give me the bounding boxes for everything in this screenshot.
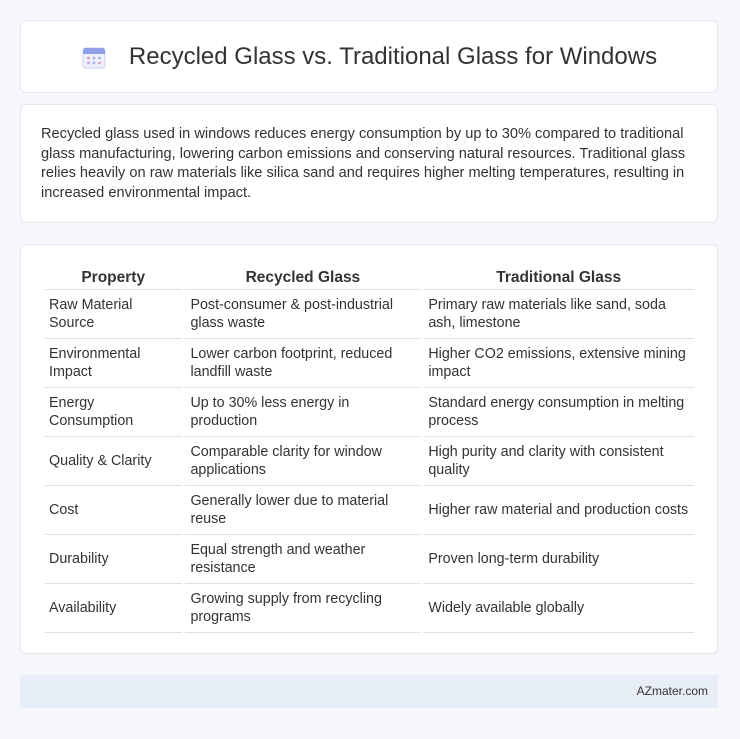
table-row: Quality & Clarity Comparable clarity for…: [44, 437, 694, 486]
cell-recycled: Comparable clarity for window applicatio…: [185, 437, 421, 486]
table-row: Energy Consumption Up to 30% less energy…: [44, 388, 694, 437]
cell-property: Raw Material Source: [44, 290, 183, 339]
header-traditional-glass: Traditional Glass: [423, 265, 694, 290]
cell-property: Environmental Impact: [44, 339, 183, 388]
cell-recycled: Generally lower due to material reuse: [185, 486, 421, 535]
comparison-table: Property Recycled Glass Traditional Glas…: [41, 265, 697, 633]
table-row: Cost Generally lower due to material reu…: [44, 486, 694, 535]
footer: AZmater.com: [20, 675, 718, 708]
table-row: Durability Equal strength and weather re…: [44, 535, 694, 584]
cell-recycled: Post-consumer & post-industrial glass wa…: [185, 290, 421, 339]
cell-traditional: Higher raw material and production costs: [423, 486, 694, 535]
intro-card: Recycled glass used in windows reduces e…: [20, 104, 718, 223]
cell-property: Energy Consumption: [44, 388, 183, 437]
cell-traditional: Primary raw materials like sand, soda as…: [423, 290, 694, 339]
cell-traditional: Widely available globally: [423, 584, 694, 633]
table-row: Environmental Impact Lower carbon footpr…: [44, 339, 694, 388]
cell-traditional: Proven long-term durability: [423, 535, 694, 584]
cell-property: Availability: [44, 584, 183, 633]
footer-site-link[interactable]: AZmater.com: [637, 684, 708, 698]
comparison-card: Property Recycled Glass Traditional Glas…: [20, 244, 718, 654]
table-row: Availability Growing supply from recycli…: [44, 584, 694, 633]
intro-paragraph: Recycled glass used in windows reduces e…: [41, 126, 686, 201]
cell-property: Quality & Clarity: [44, 437, 183, 486]
calendar-icon: [81, 44, 107, 70]
cell-traditional: Standard energy consumption in melting p…: [423, 388, 694, 437]
cell-recycled: Growing supply from recycling programs: [185, 584, 421, 633]
table-header-row: Property Recycled Glass Traditional Glas…: [44, 265, 694, 290]
header-property: Property: [44, 265, 183, 290]
cell-recycled: Lower carbon footprint, reduced landfill…: [185, 339, 421, 388]
title-card: Recycled Glass vs. Traditional Glass for…: [20, 20, 718, 93]
cell-traditional: High purity and clarity with consistent …: [423, 437, 694, 486]
table-row: Raw Material Source Post-consumer & post…: [44, 290, 694, 339]
cell-recycled: Up to 30% less energy in production: [185, 388, 421, 437]
header-recycled-glass: Recycled Glass: [185, 265, 421, 290]
cell-property: Cost: [44, 486, 183, 535]
cell-traditional: Higher CO2 emissions, extensive mining i…: [423, 339, 694, 388]
page-title: Recycled Glass vs. Traditional Glass for…: [128, 42, 658, 70]
cell-property: Durability: [44, 535, 183, 584]
cell-recycled: Equal strength and weather resistance: [185, 535, 421, 584]
